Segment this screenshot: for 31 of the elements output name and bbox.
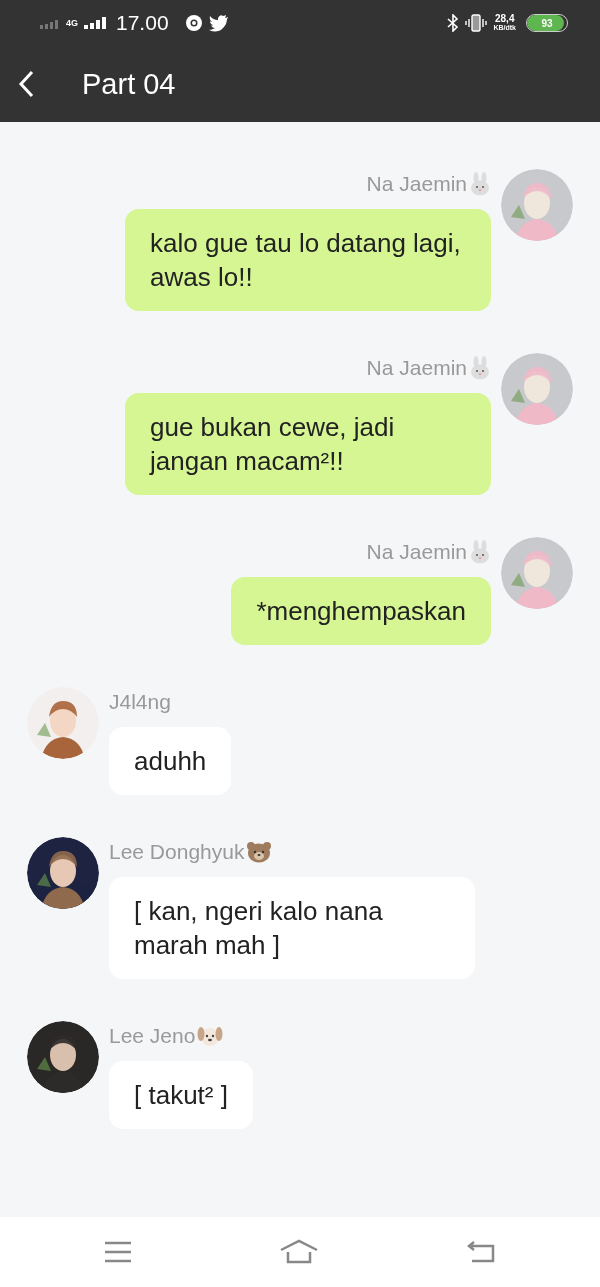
sender-name: Na Jaemin: [366, 172, 467, 196]
message-bubble: gue bukan cewe, jadi jangan macam²!!: [125, 393, 491, 495]
message-bubble: [ kan, ngeri kalo nana marah mah ]: [109, 877, 475, 979]
clock-time: 17.00: [116, 11, 169, 35]
speed-value: 28,4: [495, 14, 515, 23]
bear-icon: [246, 841, 273, 863]
chat-title: Part 04: [82, 67, 176, 101]
rabbit-icon: [469, 356, 491, 380]
vibrate-icon: [465, 14, 488, 32]
sender-name: Na Jaemin: [366, 356, 467, 380]
home-icon[interactable]: [279, 1239, 319, 1265]
sender-name: Lee Jeno: [109, 1024, 196, 1048]
back-icon[interactable]: [466, 1240, 497, 1264]
rabbit-icon: [469, 172, 491, 196]
message-bubble: *menghempaskan: [231, 577, 491, 645]
message-bubble: [ takut² ]: [109, 1061, 253, 1129]
sender-name: Na Jaemin: [366, 540, 467, 564]
rabbit-icon: [469, 540, 491, 564]
network-type: 4G: [66, 18, 78, 28]
battery-percent: 93: [541, 17, 553, 29]
bird-icon: [208, 14, 229, 32]
sender-name: J4l4ng: [109, 690, 171, 714]
message-bubble: kalo gue tau lo datang lagi, awas lo!!: [125, 209, 491, 311]
signal-icon: [40, 17, 60, 29]
browser-icon: [184, 14, 203, 32]
message-bubble: aduhh: [109, 727, 232, 795]
bluetooth-icon: [447, 14, 460, 32]
menu-icon[interactable]: [103, 1241, 132, 1263]
dog-icon: [197, 1025, 224, 1047]
sender-name: Lee Donghyuk: [109, 840, 245, 864]
signal-icon: [84, 17, 106, 29]
